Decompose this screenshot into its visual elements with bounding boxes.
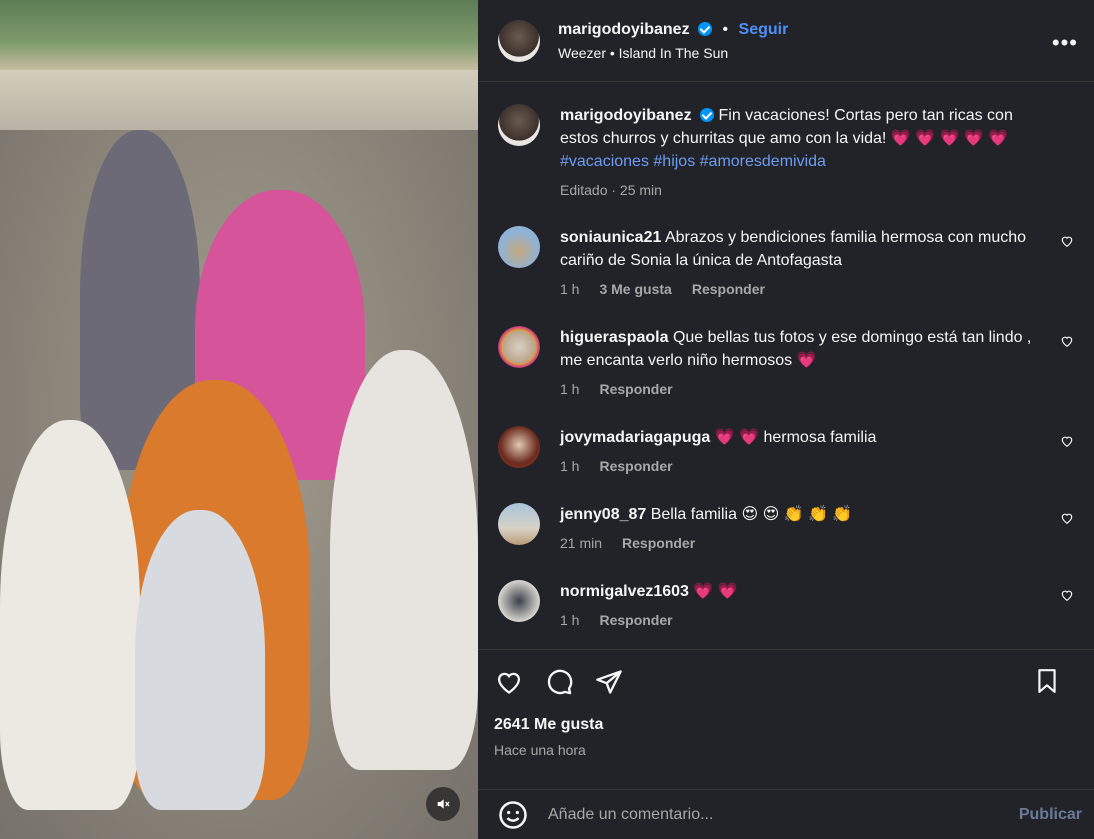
comment-text: Bella familia 😍 😍 👏 👏 👏 xyxy=(650,506,853,523)
comment-text: 💗 💗 xyxy=(693,583,738,600)
comment-text: 💗 💗 hermosa familia xyxy=(714,429,877,446)
like-count[interactable]: 2641 Me gusta xyxy=(494,716,1078,734)
caption-hashtags[interactable]: #vacaciones #hijos #amoresdemivida xyxy=(560,153,826,170)
post-panel: marigodoyibanez • Seguir Weezer • Island… xyxy=(478,0,1094,839)
comment-likes[interactable]: 3 Me gusta xyxy=(599,281,671,297)
avatar[interactable] xyxy=(498,226,540,268)
post-timestamp: Hace una hora xyxy=(494,742,586,758)
avatar[interactable] xyxy=(498,426,540,468)
photo-person xyxy=(0,420,140,810)
reply-button[interactable]: Responder xyxy=(692,281,765,297)
comment-username[interactable]: soniaunica21 xyxy=(560,229,661,246)
reply-button[interactable]: Responder xyxy=(622,535,695,551)
comment-item: soniaunica21 Abrazos y bendiciones famil… xyxy=(498,226,1074,297)
avatar[interactable] xyxy=(498,19,540,62)
follow-button[interactable]: Seguir xyxy=(739,21,789,38)
comment-heart-icon[interactable] xyxy=(1060,334,1074,348)
comment-username[interactable]: higueraspaola xyxy=(560,329,668,346)
comment-username[interactable]: normigalvez1603 xyxy=(560,583,689,600)
reply-button[interactable]: Responder xyxy=(599,612,672,628)
comment-input[interactable] xyxy=(548,805,1019,824)
publish-button[interactable]: Publicar xyxy=(1019,806,1082,824)
comment-heart-icon[interactable] xyxy=(1060,588,1074,602)
audio-label[interactable]: Weezer • Island In The Sun xyxy=(558,45,788,61)
comment-item: higueraspaola Que bellas tus fotos y ese… xyxy=(498,326,1074,397)
caption-meta: Editado · 25 min xyxy=(560,182,662,198)
reply-button[interactable]: Responder xyxy=(599,458,672,474)
comment-time: 1 h xyxy=(560,458,580,474)
caption: marigodoyibanez Fin vacaciones! Cortas p… xyxy=(498,104,1074,198)
comment-time: 21 min xyxy=(560,535,603,551)
avatar[interactable] xyxy=(498,503,540,545)
comment-time: 1 h xyxy=(560,281,580,297)
post-media[interactable] xyxy=(0,0,478,839)
comment-item: jenny08_87 Bella familia 😍 😍 👏 👏 👏 21 mi… xyxy=(498,503,1074,551)
post-actions: 2641 Me gusta Hace una hora xyxy=(478,649,1094,789)
avatar[interactable] xyxy=(498,104,540,146)
comment-time: 1 h xyxy=(560,381,580,397)
comment-heart-icon[interactable] xyxy=(1060,434,1074,448)
comments-list[interactable]: marigodoyibanez Fin vacaciones! Cortas p… xyxy=(478,82,1094,649)
separator-dot: • xyxy=(722,20,729,38)
header-username[interactable]: marigodoyibanez xyxy=(558,21,690,38)
photo-sea xyxy=(0,70,478,130)
comment-username[interactable]: jovymadariagapuga xyxy=(560,429,710,446)
muted-speaker-icon xyxy=(437,799,450,809)
add-comment-bar: Publicar xyxy=(478,789,1094,839)
photo-background xyxy=(0,0,478,70)
comment-username[interactable]: jenny08_87 xyxy=(560,506,646,523)
verified-icon xyxy=(700,108,715,122)
caption-username[interactable]: marigodoyibanez xyxy=(560,107,692,124)
comment-item: jovymadariagapuga 💗 💗 hermosa familia 1 … xyxy=(498,426,1074,474)
caption-hearts: 💗 💗 💗 💗 💗 xyxy=(890,130,1009,147)
reply-button[interactable]: Responder xyxy=(599,381,672,397)
comment-time: 1 h xyxy=(560,612,580,628)
post-header: marigodoyibanez • Seguir Weezer • Island… xyxy=(478,0,1094,82)
emoji-icon[interactable] xyxy=(498,800,528,830)
comment-item: normigalvez1603 💗 💗 1 h Responder xyxy=(498,580,1074,628)
comment-heart-icon[interactable] xyxy=(1060,234,1074,248)
verified-icon xyxy=(698,21,713,36)
avatar[interactable] xyxy=(498,326,540,368)
photo-person xyxy=(330,350,478,770)
more-options-icon[interactable]: ••• xyxy=(1052,30,1078,56)
avatar[interactable] xyxy=(498,580,540,622)
photo-person xyxy=(135,510,265,810)
share-icon[interactable] xyxy=(594,667,624,697)
mute-button[interactable] xyxy=(426,787,460,821)
heart-icon[interactable] xyxy=(494,667,524,697)
comment-heart-icon[interactable] xyxy=(1060,511,1074,525)
bookmark-icon[interactable] xyxy=(1032,666,1062,696)
comment-icon[interactable] xyxy=(544,667,574,697)
